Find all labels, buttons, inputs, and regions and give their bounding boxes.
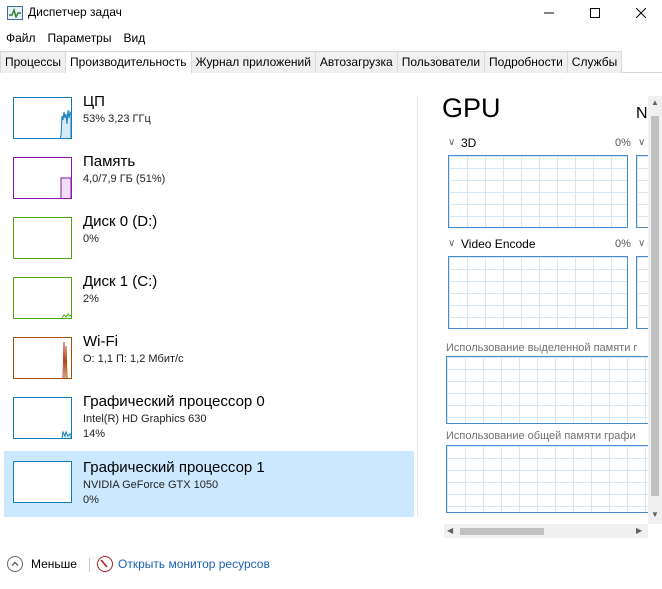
resource-list: ЦП 53% 3,23 ГГц Память 4,0/7,9 ГБ (51%) … [0, 73, 418, 523]
scroll-down-icon[interactable]: ▼ [651, 510, 659, 519]
resource-value: 0% [83, 233, 99, 245]
resource-item-cpu[interactable]: ЦП 53% 3,23 ГГц [4, 89, 414, 149]
resource-monitor-icon [97, 556, 113, 572]
tab-strip: Процессы Производительность Журнал прило… [0, 51, 662, 74]
resource-value: 53% 3,23 ГГц [83, 113, 151, 125]
resource-title: Память [83, 153, 136, 170]
fewer-details-label: Меньше [31, 557, 77, 571]
resource-value: О: 1,1 П: 1,2 Мбит/с [83, 353, 184, 365]
resource-title: Wi-Fi [83, 333, 118, 350]
footer: Меньше Открыть монитор ресурсов [0, 548, 662, 582]
vertical-scrollbar[interactable]: ▲ ▼ [648, 96, 662, 524]
graph-shared-memory [446, 445, 662, 513]
tab-details[interactable]: Подробности [484, 51, 568, 73]
scroll-left-icon[interactable]: ◀ [447, 526, 453, 535]
task-manager-icon [7, 6, 23, 20]
disk-0-thumbnail-graph [13, 217, 72, 259]
resource-item-disk-0[interactable]: Диск 0 (D:) 0% [4, 209, 414, 269]
chevron-down-icon[interactable]: ∨ [448, 238, 455, 249]
menu-bar: Файл Параметры Вид [0, 28, 151, 48]
open-resource-monitor-link[interactable]: Открыть монитор ресурсов [97, 556, 270, 572]
gpu-0-thumbnail-graph [13, 397, 72, 439]
scroll-thumb[interactable] [460, 528, 544, 535]
disk-1-thumbnail-graph [13, 277, 72, 319]
resource-title: Диск 1 (C:) [83, 273, 158, 290]
resource-subtitle: Intel(R) HD Graphics 630 [83, 413, 207, 425]
chevron-down-icon[interactable]: ∨ [638, 137, 645, 148]
engine-label-3d: 3D [461, 136, 477, 150]
open-resource-monitor-label: Открыть монитор ресурсов [118, 557, 270, 571]
resource-title: Диск 0 (D:) [83, 213, 158, 230]
scroll-right-icon[interactable]: ▶ [636, 526, 642, 535]
window-title: Диспетчер задач [28, 5, 122, 19]
tab-services[interactable]: Службы [566, 51, 623, 73]
resource-title: ЦП [83, 93, 105, 110]
footer-separator [89, 558, 90, 572]
gpu-name-truncated: N [636, 105, 648, 122]
resource-subtitle: NVIDIA GeForce GTX 1050 [83, 479, 219, 491]
cpu-thumbnail-graph [13, 97, 72, 139]
resource-value: 4,0/7,9 ГБ (51%) [83, 173, 166, 185]
chevron-up-circle-icon [7, 556, 23, 572]
minimize-button[interactable] [526, 0, 572, 26]
graph-3d [448, 155, 628, 228]
tab-processes[interactable]: Процессы [0, 51, 67, 73]
resource-title: Графический процессор 1 [83, 459, 265, 476]
scroll-up-icon[interactable]: ▲ [651, 98, 659, 107]
resource-item-disk-1[interactable]: Диск 1 (C:) 2% [4, 269, 414, 329]
memory-thumbnail-graph [13, 157, 72, 199]
dedicated-memory-label: Использование выделенной памяти г [446, 342, 638, 354]
graph-video-encode [448, 256, 628, 329]
chevron-down-icon[interactable]: ∨ [638, 238, 645, 249]
fewer-details-button[interactable]: Меньше [7, 556, 77, 572]
close-button[interactable] [618, 0, 662, 26]
tab-performance[interactable]: Производительность [65, 51, 192, 74]
resource-item-wifi[interactable]: Wi-Fi О: 1,1 П: 1,2 Мбит/с [4, 329, 414, 389]
resource-item-gpu-0[interactable]: Графический процессор 0 Intel(R) HD Grap… [4, 389, 414, 449]
tab-startup[interactable]: Автозагрузка [314, 51, 398, 73]
gpu-1-thumbnail-graph [13, 461, 72, 503]
scroll-thumb[interactable] [651, 116, 659, 496]
resource-value: 14% [83, 428, 106, 440]
menu-view[interactable]: Вид [117, 28, 151, 48]
title-bar: Диспетчер задач [0, 0, 662, 26]
menu-file[interactable]: Файл [0, 28, 42, 48]
engine-pct-video-encode: 0% [615, 238, 631, 250]
gpu-detail-pane: GPU N ∨ 3D 0% ∨ ∨ Video Encode 0% ∨ Испо… [430, 73, 662, 543]
engine-label-video-encode: Video Encode [461, 237, 536, 251]
shared-memory-label: Использование общей памяти графи [446, 430, 636, 442]
chevron-down-icon[interactable]: ∨ [448, 137, 455, 148]
resource-item-gpu-1[interactable]: Графический процессор 1 NVIDIA GeForce G… [4, 451, 414, 517]
tab-app-history[interactable]: Журнал приложений [190, 51, 316, 73]
wifi-thumbnail-graph [13, 337, 72, 379]
pane-divider[interactable] [417, 96, 418, 516]
resource-title: Графический процессор 0 [83, 393, 265, 410]
maximize-button[interactable] [572, 0, 618, 26]
tab-users[interactable]: Пользователи [396, 51, 486, 73]
engine-pct-3d: 0% [615, 137, 631, 149]
horizontal-scrollbar[interactable]: ◀ ▶ [444, 524, 648, 538]
graph-dedicated-memory [446, 356, 662, 424]
resource-item-memory[interactable]: Память 4,0/7,9 ГБ (51%) [4, 149, 414, 209]
page-title: GPU [442, 93, 501, 123]
resource-value: 0% [83, 494, 99, 506]
menu-options[interactable]: Параметры [42, 28, 118, 48]
resource-value: 2% [83, 293, 99, 305]
